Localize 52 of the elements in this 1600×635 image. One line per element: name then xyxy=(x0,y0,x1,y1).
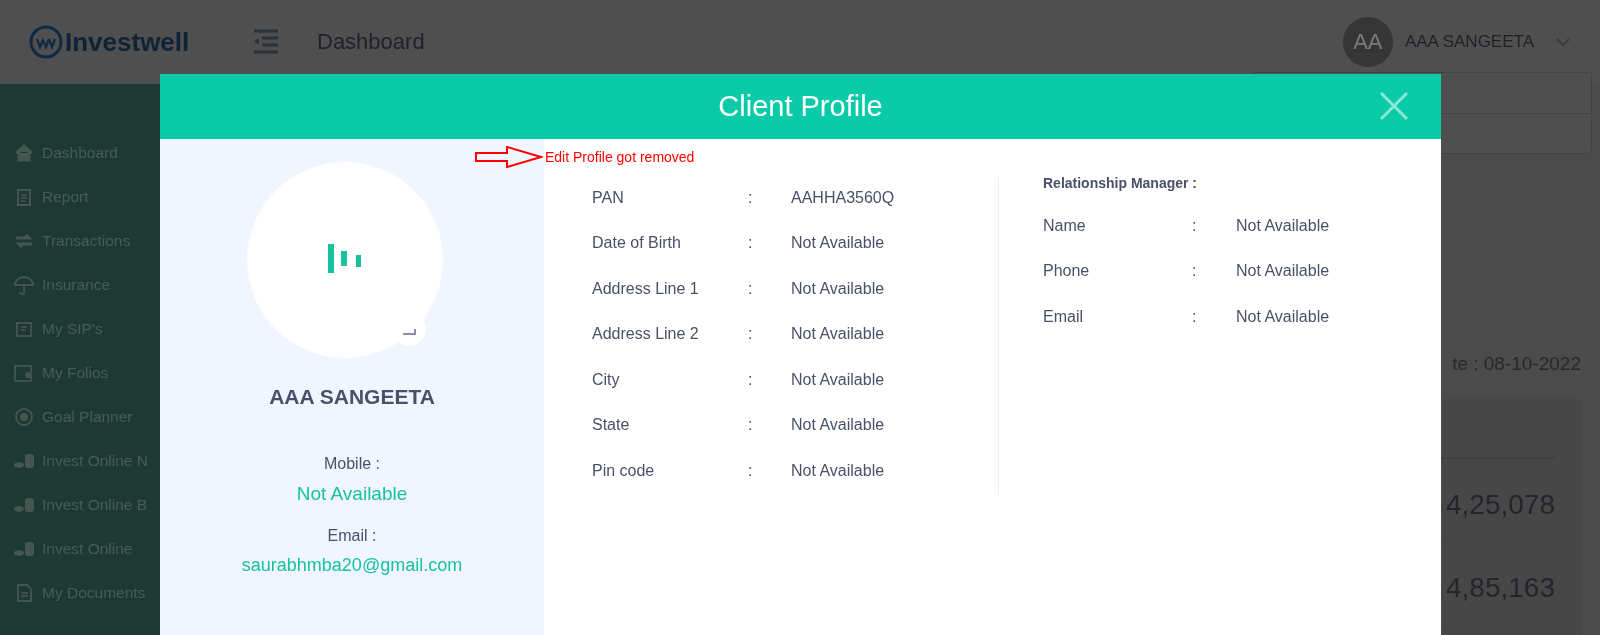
field-label: Address Line 1 xyxy=(592,279,700,298)
field-label: Phone xyxy=(1043,262,1091,281)
logo-icon xyxy=(29,25,63,59)
menu-icon[interactable] xyxy=(253,28,279,56)
arrow-icon xyxy=(475,146,543,168)
field-separator: : xyxy=(748,188,754,207)
field-label: PAN xyxy=(592,188,625,207)
target-icon xyxy=(13,407,36,427)
close-icon xyxy=(1379,91,1409,121)
section-title: Relationship Manager : xyxy=(1043,175,1199,191)
field-label: Date of Birth xyxy=(592,234,682,253)
field-separator: : xyxy=(1192,216,1198,235)
field-value: Not Available xyxy=(791,370,886,389)
field-label: Name xyxy=(1043,216,1087,235)
field-label: Email xyxy=(1043,307,1084,326)
field-value: Not Available xyxy=(1236,262,1331,281)
field-label: City xyxy=(592,370,621,389)
field-value: Not Available xyxy=(791,234,886,253)
field-separator: : xyxy=(1192,307,1198,326)
coins-icon xyxy=(13,539,36,559)
email-label: Email : xyxy=(327,527,377,545)
email-value: saurabhmba20@gmail.com xyxy=(241,555,463,576)
umbrella-icon xyxy=(13,275,36,295)
mobile-label: Mobile : xyxy=(324,455,380,473)
field-separator: : xyxy=(748,461,754,480)
field-separator: : xyxy=(748,370,754,389)
client-name: AAA SANGEETA xyxy=(269,385,435,409)
field-separator: : xyxy=(748,325,754,344)
field-value: Not Available xyxy=(791,325,886,344)
field-separator: : xyxy=(748,416,754,435)
field-value: Not Available xyxy=(791,416,886,435)
close-button[interactable] xyxy=(1377,89,1411,123)
field-value: Not Available xyxy=(1236,216,1331,235)
field-value: Not Available xyxy=(1236,307,1331,326)
field-separator: : xyxy=(1192,262,1198,281)
field-separator: : xyxy=(748,234,754,253)
field-label: Address Line 2 xyxy=(592,325,700,344)
field-value: Not Available xyxy=(791,461,886,480)
field-label: State xyxy=(592,416,631,435)
field-value: AAHHA3560Q xyxy=(791,188,896,207)
annotation-text: Edit Profile got removed xyxy=(545,149,695,165)
coins-icon xyxy=(13,495,36,515)
logo[interactable]: Investwell xyxy=(29,25,253,59)
user-avatar[interactable]: AA xyxy=(1342,17,1393,67)
dialog-title: Client Profile xyxy=(718,90,883,123)
field-label: Pin code xyxy=(592,461,656,480)
field-separator: : xyxy=(748,279,754,298)
field-value: Not Available xyxy=(791,279,886,298)
arrows-icon xyxy=(13,231,36,251)
coins-icon xyxy=(13,451,36,471)
mobile-value: Not Available xyxy=(296,483,408,505)
home-icon xyxy=(13,143,36,163)
